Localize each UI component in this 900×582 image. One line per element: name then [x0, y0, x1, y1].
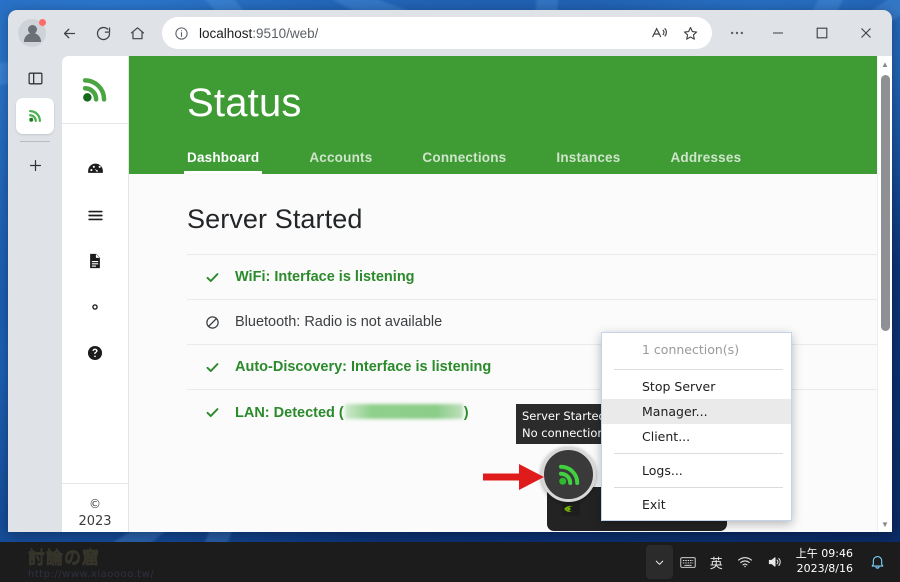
taskbar-tray: 英 上午 09:46 2023/8/16 [645, 545, 900, 579]
clock-date: 2023/8/16 [796, 562, 853, 575]
magnified-tray-icon[interactable] [541, 447, 596, 502]
status-row-label: Auto-Discovery: Interface is listening [235, 359, 492, 375]
keyboard-icon[interactable] [673, 545, 703, 579]
tooltip-line-2: No connection [522, 425, 605, 440]
context-menu-header: 1 connection(s) [642, 342, 740, 357]
status-row: WiFi: Interface is listening [187, 254, 877, 299]
url-text: localhost:9510/web/ [199, 25, 319, 41]
favorite-star-icon[interactable] [676, 20, 704, 46]
refresh-button[interactable] [86, 17, 120, 49]
gear-icon[interactable] [62, 284, 128, 330]
blocked-icon [203, 315, 221, 330]
context-menu-item-manager[interactable]: Manager... [602, 399, 791, 424]
page-title: Status [187, 81, 302, 125]
redacted-ip-address [344, 404, 463, 419]
nvidia-icon[interactable] [561, 499, 581, 519]
help-icon[interactable] [62, 330, 128, 376]
tooltip-line-1: Server Started [522, 409, 606, 423]
app-logo[interactable] [62, 56, 128, 124]
menu-icon[interactable] [62, 192, 128, 238]
copyright-year: 2023 [78, 514, 112, 530]
context-menu-item-exit[interactable]: Exit [602, 492, 791, 517]
status-row-label: LAN: Detected () [235, 404, 469, 421]
copyright-symbol: © [89, 496, 101, 511]
rail-divider [20, 141, 50, 142]
tab-connections[interactable]: Connections [422, 150, 506, 174]
check-icon [203, 270, 221, 285]
browser-toolbar: localhost:9510/web/ [8, 10, 892, 56]
split-screen-icon[interactable] [16, 60, 54, 96]
notification-bell-icon[interactable] [863, 545, 892, 579]
red-arrow-annotation [483, 462, 545, 497]
sidebar-item-status-app[interactable] [16, 98, 54, 134]
context-menu-divider [614, 487, 783, 488]
document-icon[interactable] [62, 238, 128, 284]
content-heading: Server Started [187, 204, 363, 234]
plus-icon[interactable] [16, 147, 54, 183]
tab-addresses[interactable]: Addresses [670, 150, 741, 174]
check-icon [203, 405, 221, 420]
page-header: Status Dashboard Accounts Connections Insta… [129, 56, 877, 174]
taskbar-clock[interactable]: 上午 09:46 2023/8/16 [790, 547, 863, 577]
minimize-button[interactable] [756, 11, 800, 55]
site-info-icon[interactable] [174, 26, 189, 41]
read-aloud-icon[interactable] [646, 20, 674, 46]
dashboard-icon[interactable] [62, 146, 128, 192]
context-menu-divider [614, 369, 783, 370]
ime-indicator[interactable]: 英 [703, 545, 730, 579]
app-sidebar: © 2023 [62, 56, 129, 532]
scroll-up-icon[interactable]: ▲ [881, 56, 889, 72]
clock-time: 上午 09:46 [795, 547, 853, 561]
check-icon [203, 360, 221, 375]
window-controls [756, 11, 888, 55]
home-button[interactable] [120, 17, 154, 49]
copyright-block: © 2023 [62, 482, 128, 532]
status-row-text-after: ) [463, 405, 469, 421]
back-button[interactable] [52, 17, 86, 49]
vertical-tab-rail [8, 56, 62, 532]
context-menu-item-stopserver[interactable]: Stop Server [602, 374, 791, 399]
close-button[interactable] [844, 11, 888, 55]
tab-bar: Dashboard Accounts Connections Instances Add… [183, 150, 877, 174]
context-menu-divider [614, 453, 783, 454]
scroll-down-icon[interactable]: ▼ [881, 516, 889, 532]
tray-context-menu: 1 connection(s) Stop Server Manager... Cli… [601, 332, 792, 521]
scrollbar-thumb[interactable] [881, 75, 890, 331]
chevron-up-icon[interactable] [645, 545, 673, 579]
status-row-label: Bluetooth: Radio is not available [235, 314, 443, 330]
context-menu-item-client[interactable]: Client... [602, 424, 791, 449]
volume-icon[interactable] [760, 545, 790, 579]
page-scrollbar[interactable]: ▲ ▼ [877, 56, 892, 532]
tab-dashboard[interactable]: Dashboard [183, 150, 263, 174]
wifi-icon[interactable] [730, 545, 760, 579]
windows-taskbar: 英 上午 09:46 2023/8/16 [0, 542, 900, 582]
context-menu-items: Stop Server Manager... Client... Logs... Exi… [602, 374, 791, 517]
status-row-label: WiFi: Interface is listening [235, 269, 415, 285]
settings-more-button[interactable] [720, 17, 754, 49]
tray-tooltip: Server Started No connection [516, 404, 610, 444]
tab-accounts[interactable]: Accounts [309, 150, 372, 174]
context-menu-item-logs[interactable]: Logs... [602, 458, 791, 483]
scrollbar-track[interactable] [878, 72, 892, 516]
address-bar[interactable]: localhost:9510/web/ [162, 17, 712, 49]
tab-instances[interactable]: Instances [556, 150, 620, 174]
maximize-button[interactable] [800, 11, 844, 55]
profile-avatar[interactable] [18, 19, 46, 47]
status-row-text: LAN: Detected ( [235, 405, 344, 421]
ime-label: 英 [709, 556, 723, 572]
